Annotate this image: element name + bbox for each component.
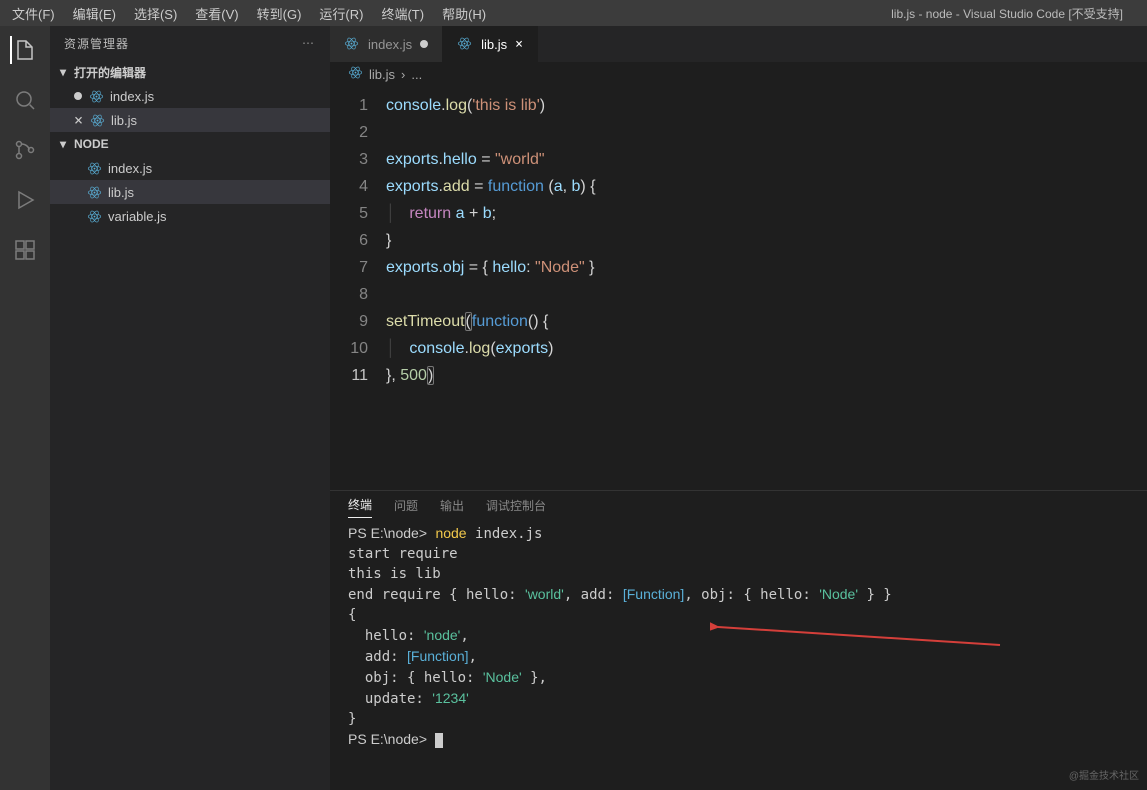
- react-file-icon: [86, 208, 102, 224]
- activity-bar: [0, 26, 50, 790]
- menu-bar: 文件(F) 编辑(E) 选择(S) 查看(V) 转到(G) 运行(R) 终端(T…: [0, 0, 1147, 26]
- file-item[interactable]: lib.js: [50, 180, 330, 204]
- react-file-icon: [88, 88, 104, 104]
- panel-tabs: 终端 问题 输出 调试控制台: [330, 491, 1147, 523]
- extensions-icon[interactable]: [11, 236, 39, 264]
- panel-tab-terminal[interactable]: 终端: [348, 496, 372, 518]
- react-file-icon: [86, 184, 102, 200]
- menu-file[interactable]: 文件(F): [4, 2, 63, 25]
- sidebar-title: 资源管理器 ⋯: [50, 26, 330, 60]
- menu-view[interactable]: 查看(V): [187, 2, 246, 25]
- menu-help[interactable]: 帮助(H): [434, 2, 494, 25]
- menu-run[interactable]: 运行(R): [311, 2, 371, 25]
- window-title: lib.js - node - Visual Studio Code [不受支持…: [891, 5, 1123, 22]
- file-name: lib.js: [111, 113, 137, 128]
- modified-dot-icon: [420, 40, 428, 48]
- tab-label: index.js: [368, 37, 412, 52]
- react-file-icon: [344, 36, 360, 52]
- open-editor-item[interactable]: index.js: [50, 84, 330, 108]
- breadcrumb[interactable]: lib.js › ...: [330, 62, 1147, 86]
- panel-tab-output[interactable]: 输出: [440, 497, 464, 518]
- react-file-icon: [457, 36, 473, 52]
- menu-select[interactable]: 选择(S): [126, 2, 185, 25]
- file-item[interactable]: variable.js: [50, 204, 330, 228]
- editor-group: index.js lib.js × lib.js › ... 123456789…: [330, 26, 1147, 790]
- react-file-icon: [89, 112, 105, 128]
- breadcrumb-file: lib.js: [369, 67, 395, 82]
- file-name: index.js: [108, 161, 152, 176]
- modified-dot-icon: [74, 92, 82, 100]
- react-file-icon: [348, 65, 363, 83]
- chevron-right-icon: ›: [401, 67, 405, 82]
- more-icon[interactable]: ⋯: [302, 36, 316, 50]
- code-content[interactable]: console.log('this is lib') exports.hello…: [386, 86, 1147, 490]
- folder-header[interactable]: ▾NODE: [50, 132, 330, 156]
- file-name: index.js: [110, 89, 154, 104]
- file-name: variable.js: [108, 209, 167, 224]
- menu-edit[interactable]: 编辑(E): [65, 2, 124, 25]
- panel-tab-problems[interactable]: 问题: [394, 497, 418, 518]
- panel-tab-debug[interactable]: 调试控制台: [486, 497, 546, 518]
- tab-index-js[interactable]: index.js: [330, 26, 443, 62]
- menu-goto[interactable]: 转到(G): [249, 2, 310, 25]
- explorer-icon[interactable]: [10, 36, 38, 64]
- tab-label: lib.js: [481, 37, 507, 52]
- open-editor-item[interactable]: × lib.js: [50, 108, 330, 132]
- open-editors-header[interactable]: ▾打开的编辑器: [50, 60, 330, 84]
- close-icon[interactable]: ×: [515, 37, 523, 52]
- annotation-arrow: [710, 615, 1010, 655]
- file-name: lib.js: [108, 185, 134, 200]
- react-file-icon: [86, 160, 102, 176]
- menu-terminal[interactable]: 终端(T): [373, 2, 432, 25]
- tab-lib-js[interactable]: lib.js ×: [443, 26, 538, 62]
- line-gutter: 1234567891011: [330, 86, 386, 490]
- tab-bar: index.js lib.js ×: [330, 26, 1147, 62]
- search-icon[interactable]: [11, 86, 39, 114]
- panel: 终端 问题 输出 调试控制台 PS E:\node> node index.js…: [330, 490, 1147, 790]
- source-control-icon[interactable]: [11, 136, 39, 164]
- file-item[interactable]: index.js: [50, 156, 330, 180]
- explorer-sidebar: 资源管理器 ⋯ ▾打开的编辑器 index.js × lib.js ▾NODE …: [50, 26, 330, 790]
- close-icon[interactable]: ×: [74, 111, 83, 129]
- watermark: @掘金技术社区: [1069, 767, 1139, 782]
- terminal[interactable]: PS E:\node> node index.js start require …: [330, 523, 1147, 790]
- code-editor[interactable]: 1234567891011 console.log('this is lib')…: [330, 86, 1147, 490]
- debug-icon[interactable]: [11, 186, 39, 214]
- breadcrumb-more: ...: [411, 67, 422, 82]
